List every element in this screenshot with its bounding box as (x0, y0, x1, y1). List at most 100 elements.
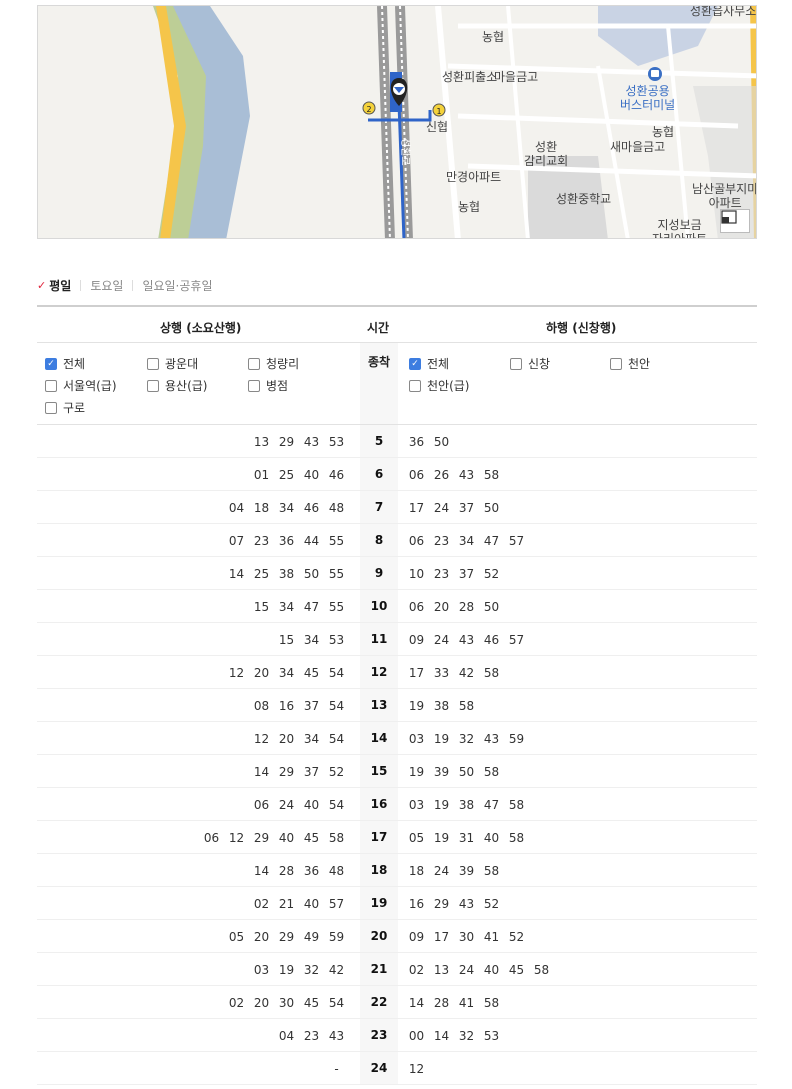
table-row: 53 43 29 13 5 36 50 (37, 425, 757, 458)
filter-label: 신창 (528, 357, 551, 371)
hour-label: 13 (370, 698, 388, 712)
table-row: 58 45 40 29 12 06 17 05 19 31 40 58 (37, 821, 757, 854)
exit-2-marker: 2 (366, 105, 371, 114)
checkbox[interactable] (409, 379, 421, 392)
checkbox[interactable] (248, 357, 260, 370)
down-times: 17 24 37 50 (404, 501, 504, 515)
departure-time: 12 (228, 831, 245, 845)
down-times: 03 19 38 47 58 (404, 798, 529, 812)
departure-time: 14 (253, 864, 270, 878)
departure-time: 41 (483, 930, 500, 944)
departure-time: 12 (408, 1062, 425, 1076)
table-row: 53 34 15 11 09 24 43 46 57 (37, 623, 757, 656)
departure-time: 34 (278, 501, 295, 515)
departure-time: 54 (328, 996, 345, 1010)
table-row: 54 40 24 06 16 03 19 38 47 58 (37, 788, 757, 821)
filter-label: 천안 (628, 357, 651, 371)
up-filter-option[interactable]: 청량리 (248, 355, 299, 372)
departure-time: 40 (303, 468, 320, 482)
checkbox[interactable] (510, 357, 522, 370)
station-map[interactable]: 2 1 성환로 성환읍사무소 농협 성환피출소 마을금고 성환공용 버스터미널 … (37, 5, 757, 239)
table-row: 55 50 38 25 14 9 10 23 37 52 (37, 557, 757, 590)
up-filter-option[interactable]: 서울역(급) (45, 377, 117, 394)
down-filter-option[interactable]: ✓ 전체 (409, 355, 449, 372)
departure-time: 54 (328, 699, 345, 713)
departure-time: 02 (408, 963, 425, 977)
checkbox[interactable] (610, 357, 622, 370)
departure-time: 23 (433, 534, 450, 548)
departure-time: 50 (483, 501, 500, 515)
checkbox[interactable] (147, 357, 159, 370)
departure-time: 28 (433, 996, 450, 1010)
departure-time: 15 (253, 600, 270, 614)
up-filter-option[interactable]: 광운대 (147, 355, 198, 372)
departure-time: 42 (458, 666, 475, 680)
table-row: 59 49 29 20 05 20 09 17 30 41 52 (37, 920, 757, 953)
departure-time: 34 (458, 534, 475, 548)
departure-time: 30 (458, 930, 475, 944)
down-times: 09 17 30 41 52 (404, 930, 529, 944)
departure-time: 52 (508, 930, 525, 944)
checkbox[interactable] (45, 401, 57, 414)
down-times: 19 39 50 58 (404, 765, 504, 779)
tab-saturday-label: 토요일 (90, 279, 124, 293)
departure-time: 02 (228, 996, 245, 1010)
up-filter-option[interactable]: 용산(급) (147, 377, 207, 394)
checkbox[interactable] (248, 379, 260, 392)
checkbox[interactable] (45, 379, 57, 392)
table-row: 55 44 36 23 07 8 06 23 34 47 57 (37, 524, 757, 557)
up-filter-option[interactable]: 구로 (45, 399, 85, 416)
up-times: 42 32 19 03 (249, 963, 349, 977)
tab-holiday[interactable]: 일요일·공휴일 (142, 277, 212, 294)
check-icon: ✓ (37, 279, 47, 292)
departure-time: 06 (408, 468, 425, 482)
departure-time: 13 (253, 435, 270, 449)
map-label-saemaeul-1: 마을금고 (494, 70, 539, 84)
down-filter-option[interactable]: 신창 (510, 355, 550, 372)
down-filter-option[interactable]: 천안 (610, 355, 650, 372)
up-times: 57 40 21 02 (249, 897, 349, 911)
departure-time: 36 (303, 864, 320, 878)
checkbox[interactable]: ✓ (409, 357, 421, 370)
departure-time: 18 (253, 501, 270, 515)
departure-time: 58 (328, 831, 345, 845)
departure-time: 15 (278, 633, 295, 647)
up-times: 54 40 24 06 (249, 798, 349, 812)
hour-label: 15 (370, 764, 388, 778)
departure-time: 23 (303, 1029, 320, 1043)
departure-time: 47 (483, 534, 500, 548)
departure-time: 43 (303, 435, 320, 449)
departure-time: 20 (433, 600, 450, 614)
down-filter-option[interactable]: 천안(급) (409, 377, 469, 394)
checkbox[interactable] (147, 379, 159, 392)
departure-time: 17 (408, 501, 425, 515)
up-times: 54 34 20 12 (249, 732, 349, 746)
filter-label: 청량리 (266, 357, 300, 371)
hour-label: 23 (370, 1028, 388, 1042)
departure-time: 10 (408, 567, 425, 581)
departure-time: 16 (278, 699, 295, 713)
table-row: 43 23 04 23 00 14 32 53 (37, 1019, 757, 1052)
departure-time: 36 (408, 435, 425, 449)
departure-time: 06 (203, 831, 220, 845)
tab-holiday-label: 일요일·공휴일 (142, 279, 213, 293)
departure-time: 54 (328, 732, 345, 746)
departure-time: 52 (328, 765, 345, 779)
up-times: 55 50 38 25 14 (224, 567, 349, 581)
departure-time: 38 (278, 567, 295, 581)
departure-time: 19 (408, 765, 425, 779)
map-expand-button[interactable] (720, 209, 750, 233)
up-filter-option[interactable]: ✓ 전체 (45, 355, 85, 372)
departure-time: 31 (458, 831, 475, 845)
departure-time: 55 (328, 567, 345, 581)
tab-saturday[interactable]: 토요일 (90, 277, 123, 294)
departure-time: 09 (408, 930, 425, 944)
departure-time: 20 (278, 732, 295, 746)
checkbox[interactable]: ✓ (45, 357, 57, 370)
tab-weekday[interactable]: ✓ 평일 (37, 277, 71, 294)
up-filter-option[interactable]: 병점 (248, 377, 288, 394)
departure-time: 36 (278, 534, 295, 548)
header-up: 상행 (소요산행) (160, 321, 242, 335)
departure-time: 46 (483, 633, 500, 647)
departure-time: 32 (458, 1029, 475, 1043)
